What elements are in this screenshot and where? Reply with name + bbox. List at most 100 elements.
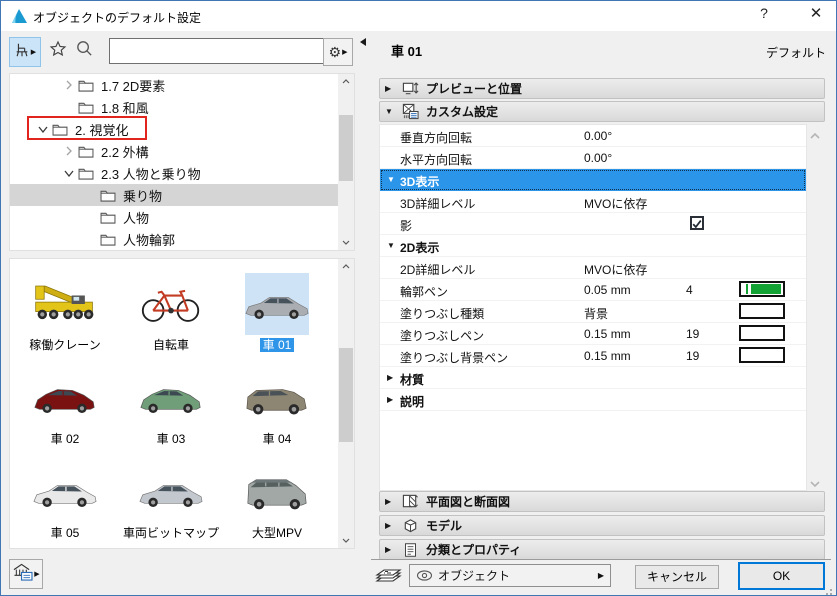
object-thumbnail-label: 車 05 (48, 526, 83, 540)
tree-item-folder[interactable]: 1.7 2D要素 (10, 74, 354, 96)
object-thumbnail-label: 大型MPV (249, 526, 305, 540)
setting-row-parameter[interactable]: 塗りつぶしペン0.15 mm19 (380, 323, 806, 345)
setting-row-parameter[interactable]: 垂直方向回転0.00° (380, 125, 806, 147)
setting-value[interactable]: 0.00° (584, 129, 612, 143)
setting-row-parameter[interactable]: 2D詳細レベルMVOに依存 (380, 257, 806, 279)
tree-item-label: 2. 視覚化 (75, 120, 128, 139)
setting-row-parameter[interactable]: 水平方向回転0.00° (380, 147, 806, 169)
setting-row-parameter[interactable]: 3D詳細レベルMVOに依存 (380, 191, 806, 213)
panel-collapse-icon[interactable] (360, 38, 366, 46)
chevron-right-icon: ▶ (380, 521, 401, 530)
setting-row-group[interactable]: ▶材質 (380, 367, 806, 389)
setting-row-parameter[interactable]: 塗りつぶし種類背景 (380, 301, 806, 323)
setting-group-label: 3D表示 (400, 173, 439, 190)
pen-color-swatch[interactable] (739, 347, 785, 363)
object-thumbnail[interactable]: 自転車 (118, 263, 224, 357)
selected-object-title: 車 01 (391, 41, 422, 60)
object-thumbnail-label: 稼働クレーン (26, 338, 103, 352)
tree-item-folder[interactable]: 2. 視覚化 (10, 118, 354, 140)
setting-value[interactable]: 0.00° (584, 151, 612, 165)
scroll-down-icon[interactable] (338, 533, 354, 548)
element-type-label: オブジェクト (438, 567, 598, 584)
section-bar[interactable]: ▼カスタム設定 (379, 101, 825, 122)
folder-icon (78, 79, 96, 92)
tree-item-folder[interactable]: 1.8 和風 (10, 96, 354, 118)
object-thumbnail[interactable]: 車両ビットマップ (118, 451, 224, 545)
setting-value[interactable]: 0.15 mm (584, 327, 631, 341)
preview-position-icon (401, 80, 419, 98)
setting-value[interactable]: MVOに依存 (584, 195, 647, 212)
section-bar[interactable]: ▶分類とプロパティ (379, 539, 825, 560)
crane-preview-image (30, 273, 100, 335)
setting-value[interactable]: MVOに依存 (584, 261, 647, 278)
object-thumbnail-panel: 稼働クレーン 自転車 車 01 車 02 車 03 車 04 車 05 車両ビッ… (9, 258, 355, 549)
setting-value[interactable]: 0.05 mm (584, 283, 631, 297)
help-button[interactable]: ? (749, 5, 779, 27)
object-thumbnail[interactable]: 車 02 (12, 357, 118, 451)
scrollbar-thumb[interactable] (339, 115, 353, 181)
layers-icon[interactable] (375, 565, 403, 592)
setting-row-parameter[interactable]: 影 (380, 213, 806, 235)
section-bar[interactable]: ▶平面図と断面図 (379, 491, 825, 512)
library-manager-button[interactable]: ▶ (9, 559, 43, 589)
section-bar[interactable]: ▶プレビューと位置 (379, 78, 825, 99)
thumbnail-scrollbar[interactable] (338, 259, 354, 548)
tree-item-folder[interactable]: 人物輪郭 (10, 228, 354, 250)
section-bar[interactable]: ▶モデル (379, 515, 825, 536)
setting-row-parameter[interactable]: 塗りつぶし背景ペン 0.15 mm 19 (380, 345, 806, 367)
cancel-button[interactable]: キャンセル (635, 565, 719, 589)
chevron-right-icon[interactable] (60, 80, 78, 90)
element-type-dropdown[interactable]: オブジェクト ▶ (409, 564, 611, 587)
app-logo-icon (11, 8, 28, 24)
object-thumbnail[interactable]: 大型MPV (224, 451, 330, 545)
shadow-checkbox[interactable] (690, 216, 704, 230)
close-button[interactable]: ✕ (801, 4, 831, 28)
scroll-up-icon[interactable] (338, 74, 354, 89)
chevron-right-icon[interactable] (60, 146, 78, 156)
pen-index-value[interactable]: 19 (686, 349, 699, 363)
scroll-up-icon[interactable] (338, 259, 354, 274)
resize-grip[interactable] (823, 585, 833, 594)
setting-row-group[interactable]: ▶説明 (380, 389, 806, 411)
tree-item-label: 人物 (123, 208, 149, 227)
setting-row-group[interactable]: ▼2D表示 (380, 235, 806, 257)
pen-color-swatch[interactable] (739, 303, 785, 319)
settings-gear-button[interactable]: ⚙▶ (323, 38, 353, 66)
setting-row-group[interactable]: ▼3D表示 (380, 169, 806, 191)
pen-index-value[interactable]: 4 (686, 283, 693, 297)
tree-item-folder[interactable]: 人物 (10, 206, 354, 228)
object-thumbnail-selected[interactable]: 車 01 (224, 263, 330, 357)
scroll-down-icon[interactable] (338, 235, 354, 250)
tree-item-folder[interactable]: 2.3 人物と乗り物 (10, 162, 354, 184)
setting-value[interactable]: 背景 (584, 305, 608, 322)
ok-button[interactable]: OK (738, 562, 825, 590)
chevron-right-icon: ▶ (380, 84, 401, 93)
favorites-button[interactable] (43, 37, 73, 65)
footer-divider (371, 559, 831, 560)
folder-icon (100, 233, 118, 246)
object-thumbnail[interactable]: 車 04 (224, 357, 330, 451)
tree-item-selected[interactable]: 乗り物 (10, 184, 354, 206)
tree-scrollbar[interactable] (338, 74, 354, 250)
search-icon (75, 39, 94, 63)
setting-label: 塗りつぶし背景ペン (400, 349, 508, 366)
mpv-preview-image (242, 461, 312, 523)
pen-color-swatch[interactable] (739, 325, 785, 341)
list-scroll-down-icon[interactable] (809, 475, 823, 485)
object-thumbnail[interactable]: 車 05 (12, 451, 118, 545)
object-thumbnail[interactable]: 稼働クレーン (12, 263, 118, 357)
setting-value[interactable]: 0.15 mm (584, 349, 631, 363)
setting-row-parameter[interactable]: 輪郭ペン0.05 mm4 (380, 279, 806, 301)
list-scroll-up-icon[interactable] (809, 127, 823, 137)
tree-item-folder[interactable]: 2.2 外構 (10, 140, 354, 162)
library-folder-tree: 1.7 2D要素1.8 和風 2. 視覚化2.2 外構2.3 人物と乗り物乗り物人… (9, 73, 355, 251)
object-thumbnail[interactable]: 車 03 (118, 357, 224, 451)
chevron-down-icon[interactable] (60, 170, 78, 177)
chevron-down-icon[interactable] (34, 126, 52, 133)
search-input[interactable] (109, 38, 327, 64)
pen-color-swatch[interactable] (739, 281, 785, 297)
object-view-mode-button[interactable]: ▶ (9, 37, 41, 67)
scrollbar-thumb[interactable] (339, 348, 353, 442)
pen-index-value[interactable]: 19 (686, 327, 699, 341)
chair-icon (14, 42, 30, 63)
